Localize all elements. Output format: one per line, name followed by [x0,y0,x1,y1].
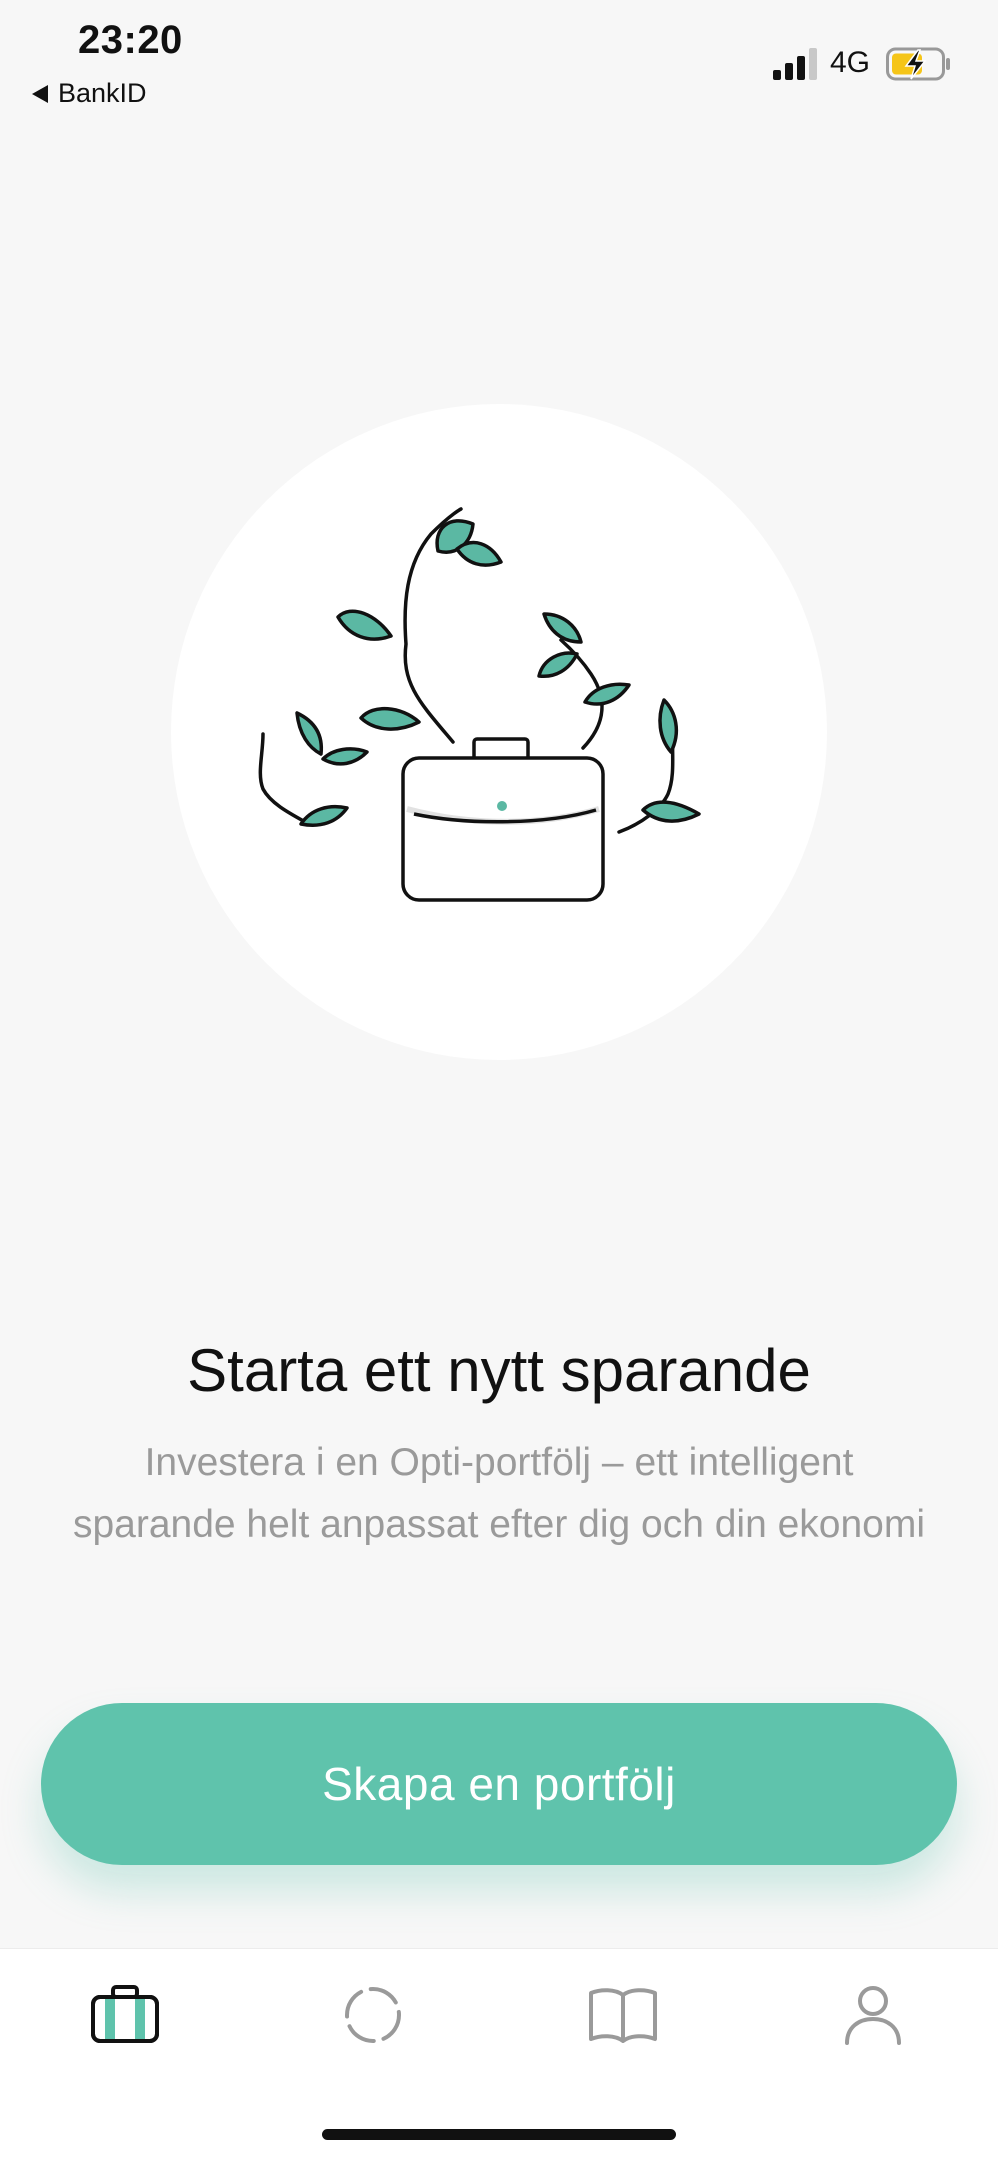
back-app-label: BankID [58,78,147,108]
briefcase-icon [91,1985,159,2043]
cellular-signal-icon [773,48,817,80]
book-icon [589,1988,657,2043]
tab-learn[interactable] [578,1975,668,2055]
status-time: 23:20 [78,18,183,62]
person-icon [845,1986,901,2045]
battery-charging-icon [886,47,950,81]
network-type: 4G [830,46,871,79]
back-arrow-icon [32,84,48,103]
status-bar: 23:20 BankID 4G [0,0,998,120]
briefcase-with-leaves-illustration [258,507,701,902]
page-title: Starta ett nytt sparande [187,1337,811,1404]
tab-portfolio[interactable] [80,1975,170,2055]
tab-profile[interactable] [828,1975,918,2055]
page-description: Investera i en Opti-portfölj – ett intel… [72,1441,926,1546]
tab-activity[interactable] [328,1975,418,2055]
home-indicator [322,2129,676,2140]
create-portfolio-button[interactable]: Skapa en portfölj [41,1703,957,1865]
back-to-app-link[interactable]: BankID [32,78,147,109]
tab-bar [0,1948,998,2161]
loading-circle-icon [345,1987,401,2043]
